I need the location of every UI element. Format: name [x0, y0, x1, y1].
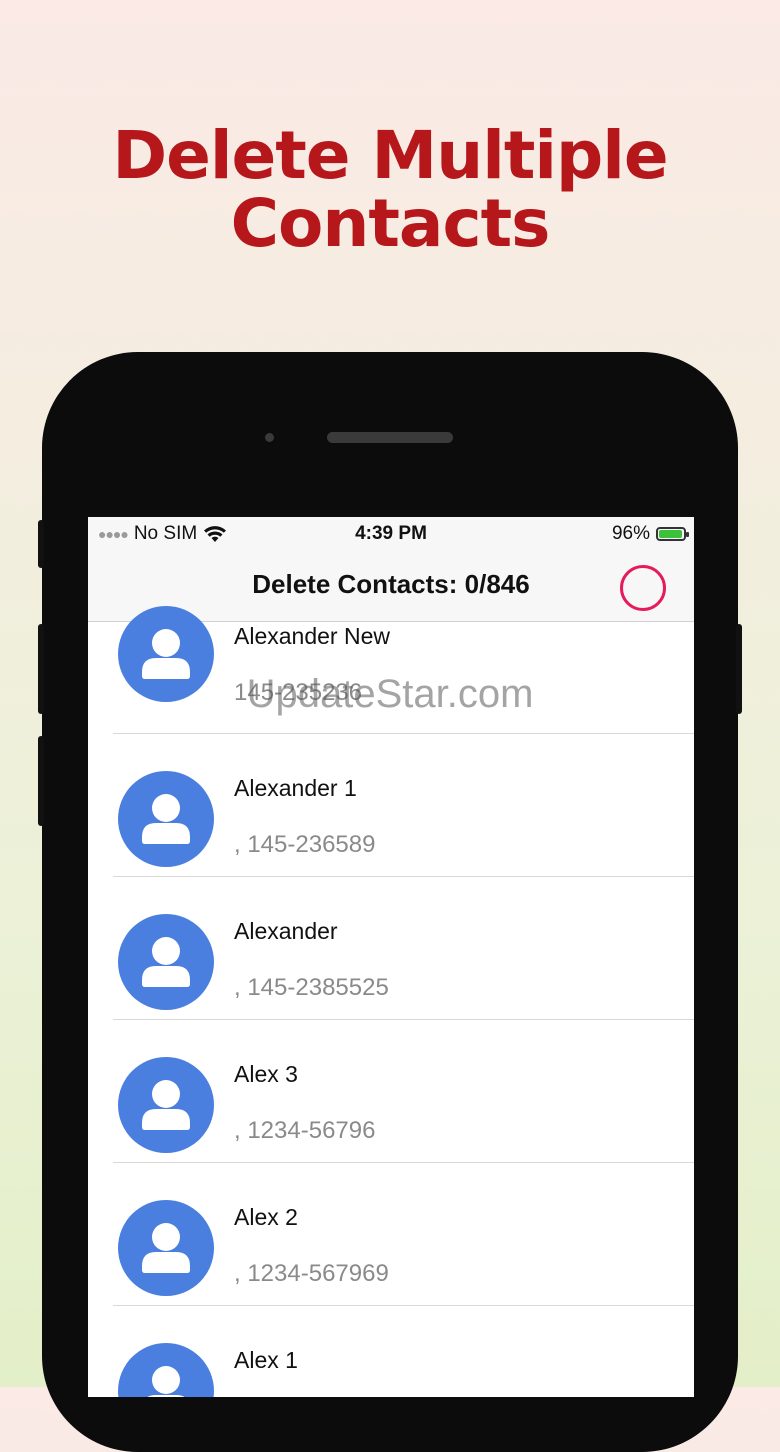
contact-avatar-icon — [118, 606, 214, 702]
contact-row[interactable]: Alex 1 — [88, 1306, 694, 1397]
contact-row[interactable]: Alexander 1 , 145-236589 — [88, 734, 694, 877]
contact-name: Alexander — [234, 918, 338, 944]
contact-list[interactable]: Alexander New 145-235236 Alexander 1 , 145-… — [88, 606, 694, 1397]
contact-row[interactable]: Alexander , 145-2385525 — [88, 877, 694, 1020]
page-title: Delete Contacts: 0/846 — [252, 569, 530, 599]
speaker-grille — [327, 432, 453, 443]
contact-phone: , 145-236589 — [234, 831, 376, 858]
select-all-button[interactable] — [620, 565, 666, 611]
contact-phone: , 1234-567969 — [234, 1260, 389, 1287]
contact-row[interactable]: Alexander New 145-235236 — [88, 606, 694, 734]
contact-row[interactable]: Alex 2 , 1234-567969 — [88, 1163, 694, 1306]
headline-line-1: Delete Multiple — [112, 117, 668, 194]
contact-name: Alexander 1 — [234, 775, 357, 801]
contact-name: Alex 2 — [234, 1204, 298, 1230]
contact-avatar-icon — [118, 771, 214, 867]
battery-percent: 96% — [611, 523, 650, 544]
headline: Delete Multiple Contacts — [0, 122, 780, 258]
contact-phone: 145-235236 — [234, 679, 363, 706]
volume-up-button — [38, 624, 44, 714]
volume-down-button — [38, 736, 44, 826]
status-bar: ●●●● No SIM 4:39 PM 96% — [88, 517, 694, 551]
contact-phone: , 145-2385525 — [234, 974, 389, 1001]
mute-switch — [38, 520, 44, 568]
contact-name: Alex 3 — [234, 1061, 298, 1087]
app-screen: ●●●● No SIM 4:39 PM 96% Delete Contacts:… — [88, 517, 694, 1397]
power-button — [736, 624, 742, 714]
contact-phone: , 1234-56796 — [234, 1117, 376, 1144]
contact-avatar-icon — [118, 1200, 214, 1296]
battery-icon — [656, 527, 689, 541]
contact-row[interactable]: Alex 3 , 1234-56796 — [88, 1020, 694, 1163]
contact-avatar-icon — [118, 1343, 214, 1397]
status-time: 4:39 PM — [355, 523, 427, 544]
contact-avatar-icon — [118, 914, 214, 1010]
contact-name: Alex 1 — [234, 1347, 298, 1373]
headline-line-2: Contacts — [230, 185, 551, 262]
camera-icon — [265, 433, 274, 442]
contact-avatar-icon — [118, 1057, 214, 1153]
contact-name: Alexander New — [234, 623, 390, 649]
